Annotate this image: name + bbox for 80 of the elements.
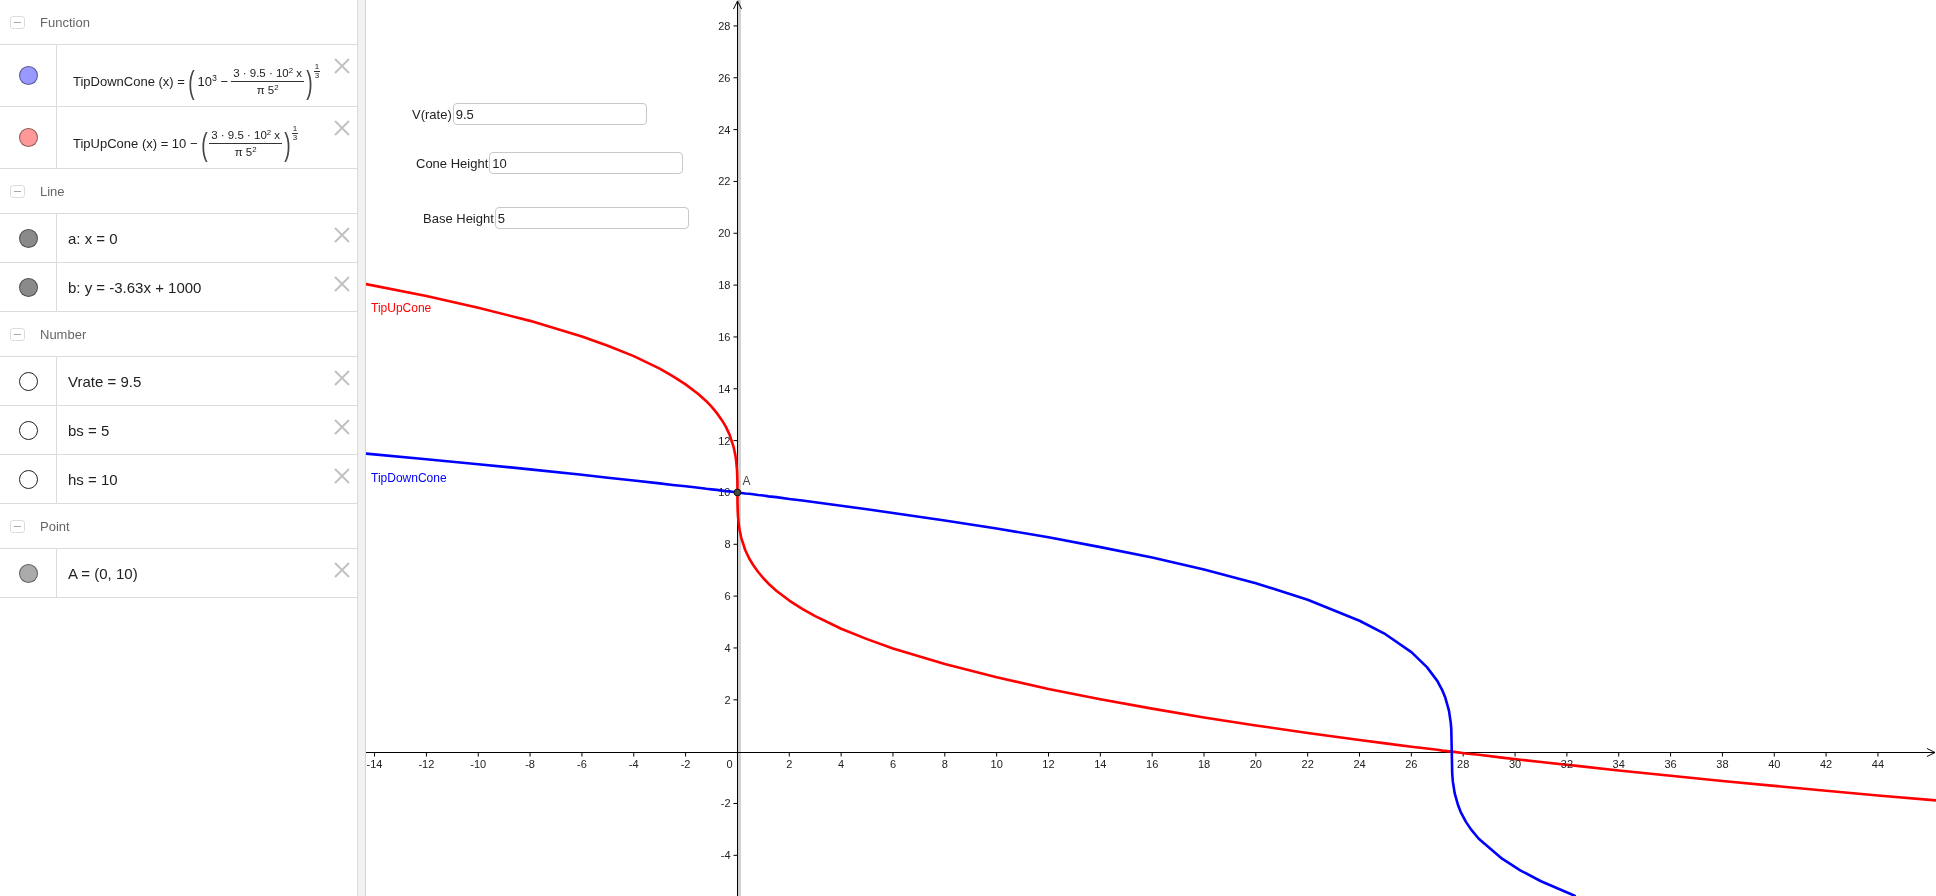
tick-label: 2 — [724, 693, 731, 706]
tick-label: 16 — [1146, 757, 1159, 770]
group-title[interactable]: Point — [40, 518, 70, 534]
algebra-entry: A = (0, 10) — [68, 564, 138, 582]
point-marker[interactable] — [733, 488, 742, 497]
tick-label: 34 — [1612, 757, 1625, 770]
visibility-circle-icon[interactable] — [18, 469, 38, 489]
input-field[interactable]: 10 — [489, 152, 684, 174]
tick-label: 12 — [718, 434, 731, 447]
close-icon[interactable] — [334, 58, 350, 74]
tick-label: -2 — [720, 797, 731, 810]
tick-label: 18 — [718, 279, 731, 292]
input-label: Cone Height — [416, 155, 489, 171]
minus-icon[interactable] — [10, 327, 25, 341]
tick-label: -10 — [470, 757, 487, 770]
minus-icon[interactable] — [10, 184, 25, 198]
input-field[interactable]: 5 — [494, 207, 689, 229]
input-label: V(rate) — [412, 106, 452, 122]
tick-label: 28 — [1457, 757, 1470, 770]
group-title[interactable]: Function — [40, 14, 90, 30]
tick-label: -6 — [577, 757, 587, 770]
tick-label: 2 — [786, 757, 793, 770]
tick-label: 8 — [724, 538, 731, 551]
tick-label: 14 — [718, 382, 731, 395]
tick-label: 8 — [941, 757, 948, 770]
close-icon[interactable] — [334, 419, 350, 435]
close-icon[interactable] — [334, 227, 350, 243]
tick-label: 36 — [1664, 757, 1677, 770]
input-label: Base Height — [423, 210, 494, 226]
tick-label: 12 — [1042, 757, 1055, 770]
origin-label: 0 — [726, 757, 733, 770]
algebra-entry: Vrate = 9.5 — [68, 372, 142, 390]
tick-label: 20 — [1249, 757, 1262, 770]
tick-label: 40 — [1768, 757, 1781, 770]
close-icon[interactable] — [334, 120, 350, 136]
tick-label: 18 — [1197, 757, 1211, 770]
tick-label: 26 — [1405, 757, 1418, 770]
tick-label: 6 — [889, 757, 896, 770]
tick-label: 28 — [718, 19, 731, 32]
close-icon[interactable] — [334, 276, 350, 292]
tick-label: 26 — [718, 71, 731, 84]
tick-label: 44 — [1871, 757, 1885, 770]
tick-label: 4 — [838, 757, 845, 770]
visibility-circle-icon[interactable] — [18, 420, 38, 440]
tick-label: 14 — [1094, 757, 1107, 770]
curve-label: TipDownCone — [371, 470, 447, 485]
close-icon[interactable] — [334, 468, 350, 484]
visibility-circle-icon[interactable] — [18, 371, 38, 391]
close-icon[interactable] — [334, 370, 350, 386]
tick-label: -8 — [525, 757, 535, 770]
tick-label: 22 — [718, 175, 731, 188]
tick-label: -4 — [628, 757, 639, 770]
tick-label: 4 — [724, 641, 731, 654]
panel-splitter[interactable] — [358, 0, 366, 896]
minus-icon[interactable] — [10, 15, 25, 29]
algebra-entry: a: x = 0 — [68, 229, 118, 247]
tick-label: 10 — [990, 757, 1003, 770]
minus-icon[interactable] — [10, 519, 25, 533]
tick-label: 24 — [718, 123, 731, 136]
tick-label: -12 — [418, 757, 435, 770]
input-field[interactable]: 9.5 — [452, 103, 647, 125]
tick-label: -2 — [680, 757, 691, 770]
group-title[interactable]: Number — [40, 326, 87, 342]
tick-label: 22 — [1301, 757, 1314, 770]
tick-label: 30 — [1508, 757, 1522, 770]
tick-label: 38 — [1716, 757, 1729, 770]
close-icon[interactable] — [334, 562, 350, 578]
tick-label: -4 — [720, 849, 731, 862]
tick-label: 6 — [724, 590, 731, 603]
tick-label: 20 — [718, 227, 731, 240]
point-label: A — [742, 474, 751, 489]
algebra-entry: hs = 10 — [68, 470, 118, 488]
tick-label: 24 — [1353, 757, 1366, 770]
tick-label: 16 — [718, 330, 731, 343]
tick-label: 42 — [1819, 757, 1833, 770]
algebra-entry: bs = 5 — [68, 421, 110, 439]
algebra-entry: b: y = -3.63x + 1000 — [68, 278, 202, 296]
tick-label: -14 — [366, 757, 383, 770]
group-title[interactable]: Line — [40, 183, 65, 199]
curve-label: TipUpCone — [371, 301, 432, 316]
